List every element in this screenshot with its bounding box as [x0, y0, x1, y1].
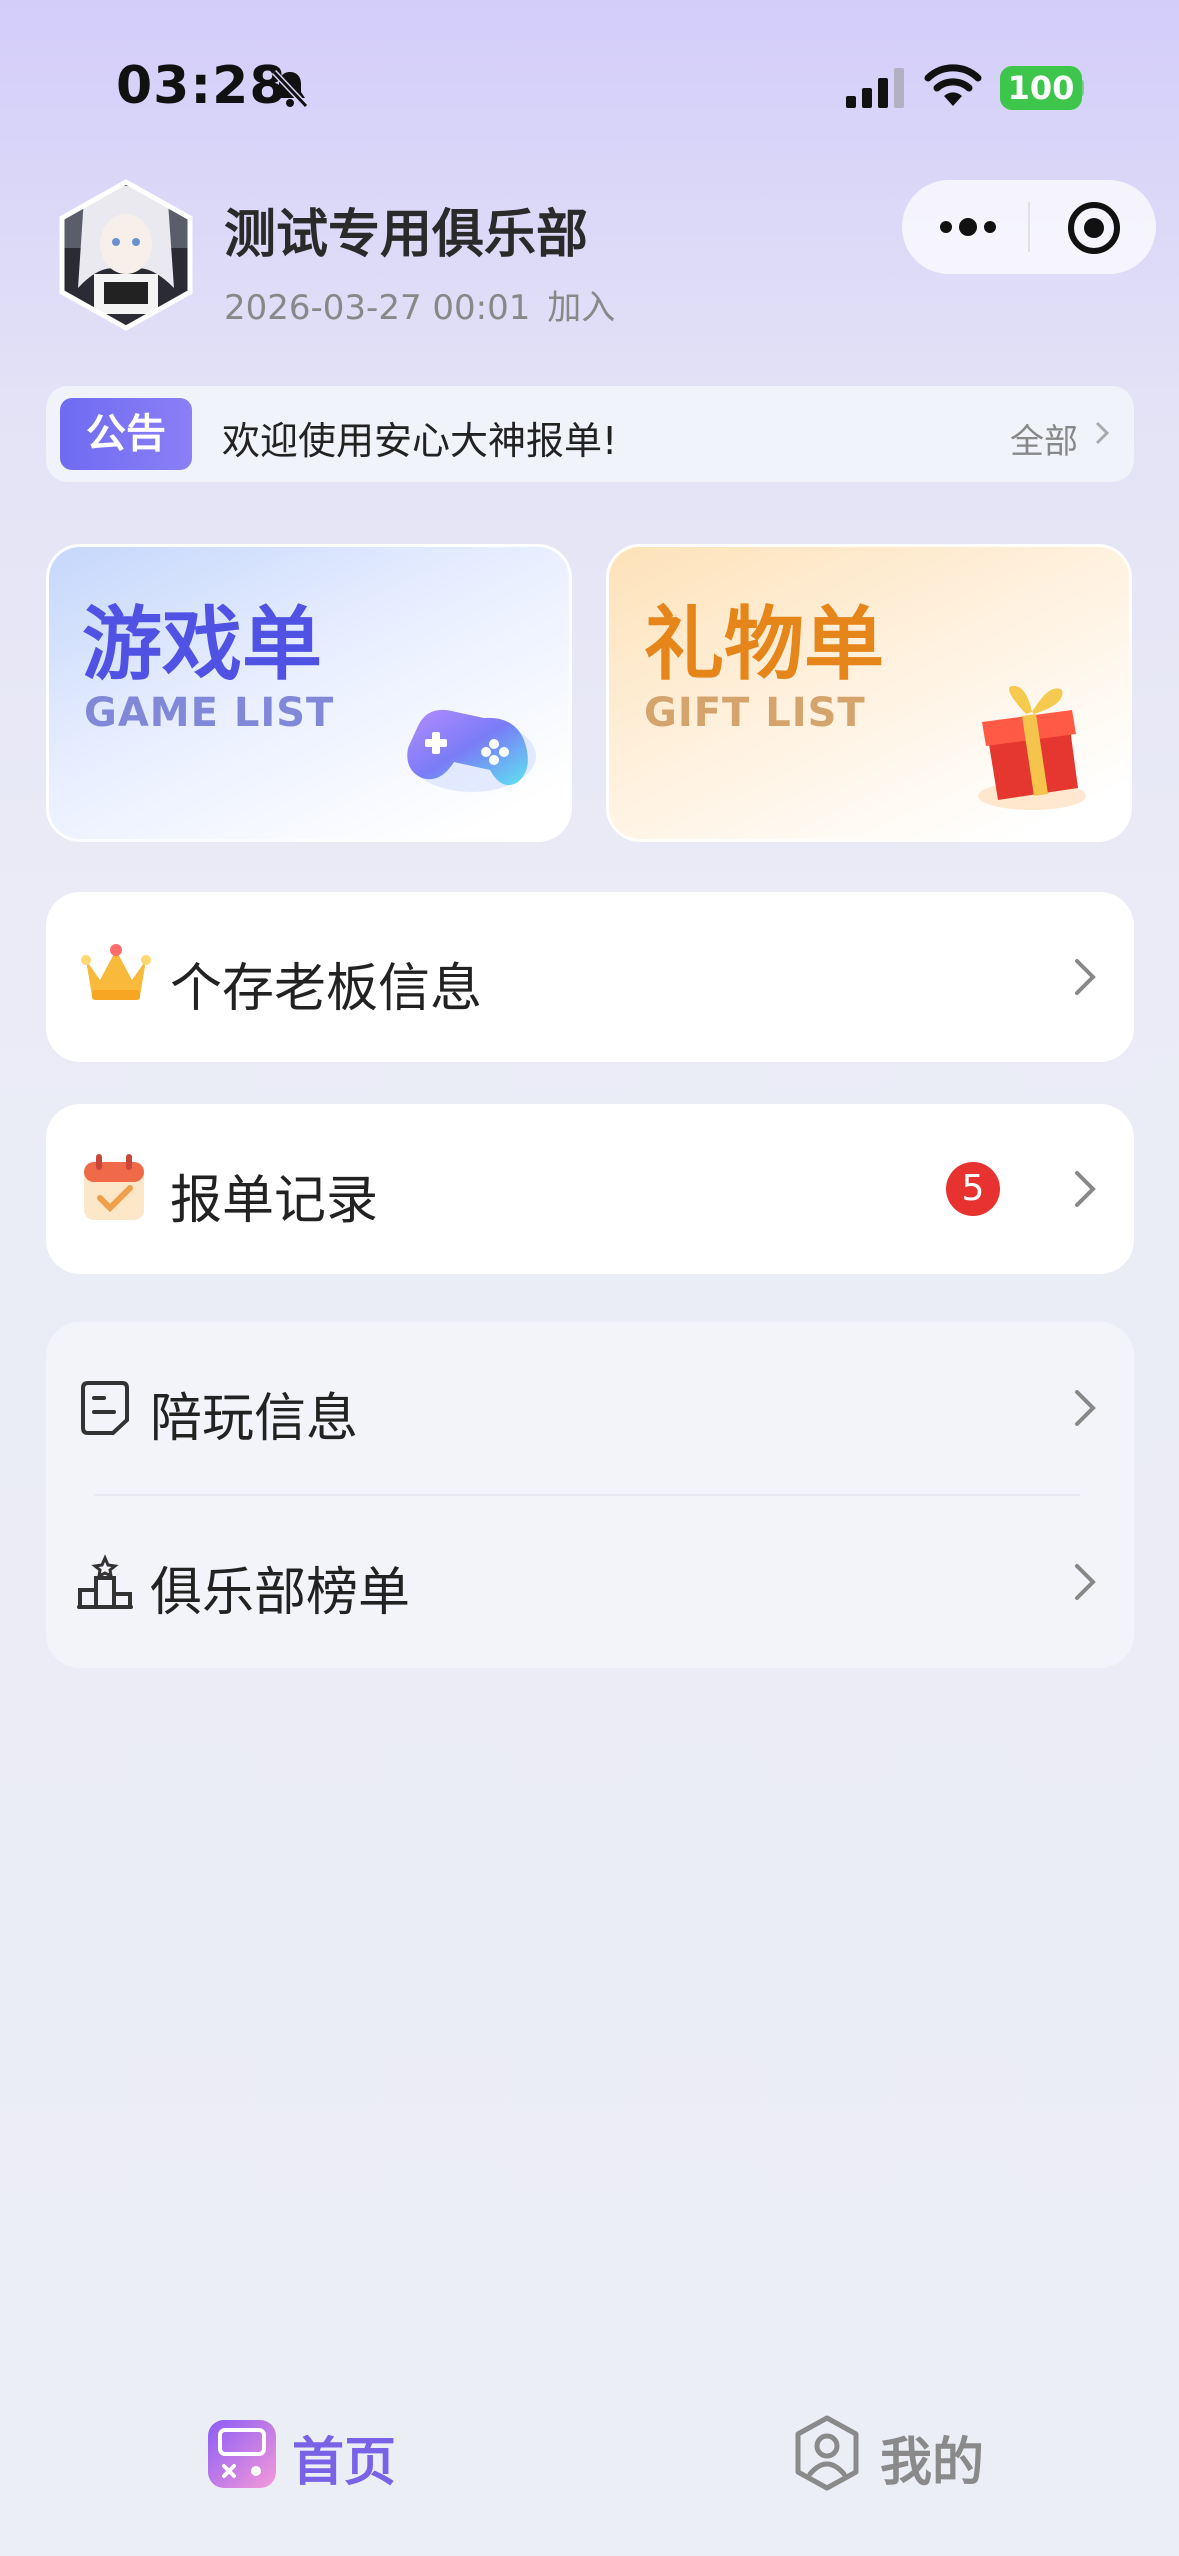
home-tab-icon[interactable] [206, 2418, 278, 2490]
gift-list-subtitle: GIFT LIST [644, 690, 866, 736]
gift-box-icon [978, 685, 1086, 810]
order-records-label: 报单记录 [170, 1171, 379, 1231]
notice-all-link[interactable]: 全部 [1010, 414, 1078, 463]
gift-list-title: 礼物单 [644, 598, 884, 691]
profile-tab-icon[interactable] [792, 2414, 862, 2492]
document-icon [81, 1381, 129, 1435]
notice-text: 欢迎使用安心大神报单! [222, 419, 618, 463]
gamepad-icon [407, 709, 536, 792]
battery-tip [1078, 79, 1084, 97]
chevron-right-icon [1075, 1171, 1096, 1207]
companion-info-label[interactable]: 陪玩信息 [150, 1376, 358, 1451]
order-count-badge: 5 [946, 1162, 1000, 1216]
notice-tag: 公告 [60, 398, 192, 470]
cellular-signal-icon [846, 68, 904, 108]
status-time: 03:28 [116, 56, 287, 116]
chevron-right-icon [1075, 1564, 1096, 1600]
bell-muted-icon [271, 69, 309, 109]
join-suffix: 加入 [547, 288, 616, 328]
club-ranking-label[interactable]: 俱乐部榜单 [150, 1550, 410, 1625]
crown-icon [81, 944, 151, 1000]
battery-indicator: 100 [1000, 66, 1082, 110]
tab-mine[interactable]: 我的 [880, 2420, 984, 2495]
wifi-icon [924, 64, 982, 106]
club-name: 测试专用俱乐部 [224, 205, 589, 265]
chevron-right-icon [1075, 1390, 1096, 1426]
close-miniprogram-icon[interactable] [1064, 198, 1124, 258]
more-options-icon[interactable] [936, 210, 1000, 244]
capsule-divider [1028, 202, 1030, 252]
club-avatar[interactable] [54, 178, 198, 332]
row-divider [94, 1494, 1080, 1496]
tab-home[interactable]: 首页 [292, 2420, 396, 2495]
calendar-check-icon [84, 1154, 144, 1220]
join-date: 2026-03-27 00:01 加入 [224, 280, 615, 329]
podium-ranking-icon [77, 1554, 133, 1609]
chevron-right-icon [1095, 421, 1110, 445]
join-date-value: 2026-03-27 00:01 [224, 288, 531, 328]
boss-info-label: 个存老板信息 [170, 959, 483, 1019]
game-list-title: 游戏单 [82, 598, 322, 691]
game-list-subtitle: GAME LIST [84, 690, 335, 736]
chevron-right-icon [1075, 959, 1096, 995]
